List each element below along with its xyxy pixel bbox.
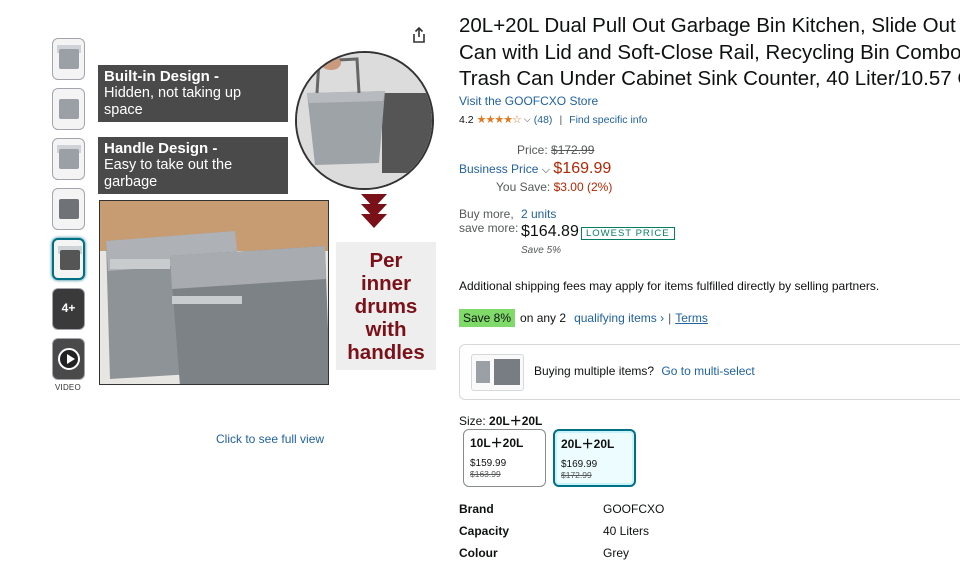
size-option-name: 20L＋20L: [561, 437, 615, 451]
callout-line: with: [365, 318, 407, 341]
divider: |: [668, 311, 672, 325]
banner-title: Handle Design -: [104, 140, 218, 157]
promotion-text: on any 2: [520, 311, 567, 325]
bin-drawing: [100, 201, 328, 384]
shipping-note: Additional shipping fees may apply for i…: [459, 279, 880, 293]
rating-value: 4.2: [459, 113, 474, 126]
size-option-20l-20l[interactable]: 20L＋20L $169.99 $172.99: [553, 429, 636, 487]
thumbnail-2[interactable]: [52, 88, 85, 130]
size-option-10l-20l[interactable]: 10L＋20L $159.99 $163.99: [463, 429, 546, 487]
review-count-link[interactable]: (48): [534, 114, 553, 126]
qualifying-items-link[interactable]: qualifying items ›: [574, 311, 664, 325]
units-link[interactable]: 2 units: [521, 207, 556, 221]
store-link[interactable]: Visit the GOOFCXO Store: [459, 94, 598, 108]
chevron-down-icon[interactable]: ⌵: [524, 114, 531, 125]
spec-value: 40 Liters: [603, 524, 650, 538]
size-option-name: 10L＋20L: [470, 436, 524, 450]
banner-subtitle: Easy to take out the garbage: [104, 157, 233, 190]
thumbnail-more[interactable]: 4+: [52, 288, 85, 330]
arrow-down-icon: [361, 194, 391, 228]
title-line: Can with Lid and Soft-Close Rail, Recycl…: [459, 40, 960, 64]
spec-key: Brand: [459, 502, 494, 516]
list-price: $172.99: [551, 143, 595, 157]
size-option-old-price: $172.99: [561, 470, 592, 480]
callout-text: Per inner drums with handles: [336, 242, 436, 370]
multi-select-text: Buying multiple items? Go to multi-selec…: [534, 364, 755, 378]
product-title: 20L+20L Dual Pull Out Garbage Bin Kitche…: [459, 13, 960, 93]
more-images-count: 4+: [61, 301, 76, 315]
divider: |: [559, 113, 563, 126]
lowest-price-badge: LOWEST PRICE: [581, 227, 675, 240]
size-label: Size: 20L＋20L: [459, 412, 542, 429]
star-rating-icon[interactable]: ★★★★☆: [477, 113, 522, 126]
handle-closeup-image: [295, 51, 434, 190]
spec-row-capacity: Capacity 40 Liters: [459, 524, 649, 538]
buy-more-line: Buy more,: [459, 207, 514, 221]
save-percent: Save 5%: [521, 245, 562, 256]
thumbnail-image: [59, 49, 79, 69]
banner-title: Built-in Design -: [104, 68, 219, 85]
spec-value: GOOFCXO: [603, 502, 665, 516]
thumbnail-5[interactable]: [52, 238, 85, 280]
size-option-price: $159.99: [470, 458, 507, 469]
callout-line: drums: [354, 295, 418, 318]
spec-key: Colour: [459, 546, 498, 560]
multi-select-box: Buying multiple items? Go to multi-selec…: [459, 344, 960, 400]
callout-line: handles: [347, 341, 425, 364]
you-save-row: You Save: $3.00 (2%): [496, 180, 612, 194]
business-price: $169.99: [553, 160, 612, 177]
spec-row-colour: Colour Grey: [459, 546, 629, 560]
multi-items-icon: [471, 354, 524, 391]
multi-select-link[interactable]: Go to multi-select: [661, 364, 754, 378]
buy-more-label: Buy more, save more:: [459, 207, 518, 235]
chevron-down-icon[interactable]: ⌵: [542, 164, 550, 176]
size-option-price: $169.99: [561, 459, 598, 470]
spec-row-brand: Brand GOOFCXO: [459, 502, 664, 516]
promotion-row: Save 8% on any 2 qualifying items › | Te…: [459, 309, 708, 327]
rating-row: 4.2 ★★★★☆ ⌵ (48) | Find specific info: [459, 113, 647, 127]
spec-value: Grey: [603, 546, 630, 560]
feature-banner-handle: Handle Design - Easy to take out the gar…: [98, 137, 288, 194]
title-line: 20L+20L Dual Pull Out Garbage Bin Kitche…: [459, 14, 960, 37]
spec-key: Capacity: [459, 524, 510, 538]
thumbnail-1[interactable]: [52, 38, 85, 80]
price-label: Price:: [517, 143, 548, 157]
feature-banner-builtin: Built-in Design - Hidden, not taking up …: [98, 65, 288, 122]
banner-subtitle: Hidden, not taking up space: [104, 85, 242, 118]
main-product-image[interactable]: Built-in Design - Hidden, not taking up …: [96, 48, 441, 393]
play-icon: [58, 348, 80, 370]
business-price-row: Business Price ⌵ $169.99: [459, 160, 611, 178]
list-price-row: Price: $172.99: [517, 143, 594, 157]
size-label-text: Size:: [459, 414, 486, 428]
video-label: VIDEO: [55, 383, 81, 392]
thumbnail-image: [59, 149, 79, 169]
thumbnail-image: [59, 199, 79, 219]
callout-line: Per: [369, 249, 403, 272]
multi-select-question: Buying multiple items?: [534, 364, 655, 378]
selected-size: 20L＋20L: [489, 414, 543, 428]
you-save-label: You Save:: [496, 180, 551, 194]
bin-drawing: [297, 53, 432, 188]
business-price-label[interactable]: Business Price: [459, 162, 538, 176]
thumbnail-4[interactable]: [52, 188, 85, 230]
you-save-amount: $3.00 (2%): [553, 180, 613, 194]
terms-link[interactable]: Terms: [675, 311, 708, 325]
thumbnail-image: [60, 250, 80, 270]
save-badge: Save 8%: [459, 309, 516, 327]
size-option-old-price: $163.99: [470, 469, 501, 479]
thumbnail-video[interactable]: [52, 338, 85, 380]
product-photo: [99, 200, 329, 385]
thumbnail-image: [59, 99, 79, 119]
callout-line: inner: [360, 272, 412, 295]
thumbnail-3[interactable]: [52, 138, 85, 180]
buy-more-line: save more:: [459, 221, 519, 235]
share-icon[interactable]: [410, 26, 428, 44]
title-line: Trash Can Under Cabinet Sink Counter, 40…: [459, 67, 960, 90]
unit-price: $164.89: [521, 223, 579, 240]
thumbnail-strip: 4+: [52, 38, 88, 388]
full-view-link[interactable]: Click to see full view: [216, 432, 324, 446]
find-info-link[interactable]: Find specific info: [569, 114, 647, 126]
